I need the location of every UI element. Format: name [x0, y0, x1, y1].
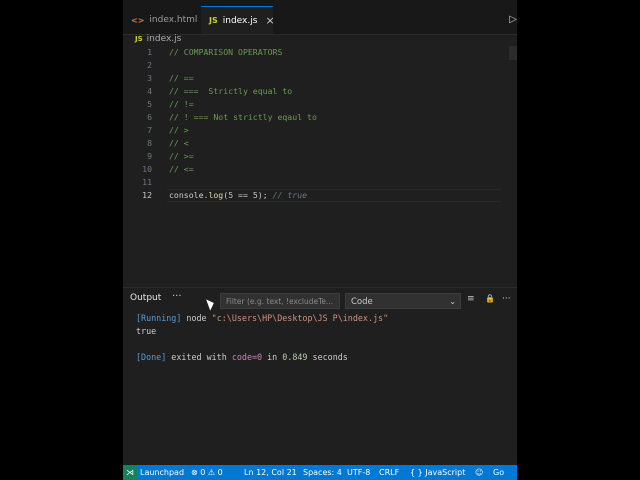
code-text: // >=: [169, 151, 194, 161]
html-file-icon: <>: [131, 15, 145, 25]
code-line-active[interactable]: 12 console.log(5 == 5); // true: [123, 189, 517, 202]
more-actions-icon[interactable]: ···: [502, 294, 511, 304]
code-line[interactable]: 7 // >: [123, 124, 517, 137]
code-text: console.log(5 == 5); // true: [169, 190, 308, 200]
language-mode[interactable]: { } JavaScript: [410, 465, 465, 480]
more-icon[interactable]: ···: [172, 291, 182, 302]
code-line[interactable]: 1 // COMPARISON OPERATORS: [123, 46, 517, 59]
line-number: 11: [142, 177, 152, 187]
code-line[interactable]: 3 // ==: [123, 72, 517, 85]
code-text: // <: [169, 138, 189, 148]
tab-output[interactable]: Output: [130, 293, 161, 303]
code-line[interactable]: 8 // <: [123, 137, 517, 150]
line-number: 3: [147, 73, 152, 83]
output-line: [Running] node "c:\Users\HP\Desktop\JS P…: [136, 313, 389, 323]
line-number: 5: [147, 99, 152, 109]
tab-label: index.js: [222, 15, 258, 26]
copilot-icon[interactable]: ☺: [475, 465, 483, 480]
line-number: 1: [147, 47, 152, 57]
problems-indicator[interactable]: ⊗ 0 ⚠ 0: [191, 465, 223, 480]
line-ending[interactable]: CRLF: [379, 465, 399, 480]
code-editor[interactable]: 1 // COMPARISON OPERATORS 2 3 // == 4 // === S…: [123, 46, 517, 286]
code-line[interactable]: 2: [123, 59, 517, 72]
code-line[interactable]: 4 // === Strictly equal to: [123, 85, 517, 98]
code-text: // COMPARISON OPERATORS: [169, 47, 283, 57]
lock-icon[interactable]: 🔒: [485, 294, 495, 303]
breadcrumb[interactable]: JS index.js: [135, 33, 181, 45]
code-text: // !=: [169, 99, 194, 109]
code-line[interactable]: 5 // !=: [123, 98, 517, 111]
tab-index-js[interactable]: JS index.js ×: [201, 6, 275, 34]
output-channel-select[interactable]: Code ⌄: [345, 293, 461, 309]
line-number: 8: [147, 138, 152, 148]
close-icon[interactable]: ×: [265, 14, 274, 27]
inline-result-hint: // true: [267, 190, 308, 200]
tab-label: index.html: [149, 15, 198, 25]
code-line[interactable]: 11: [123, 176, 517, 189]
chevron-down-icon: ⌄: [449, 297, 456, 306]
output-line: true: [136, 326, 157, 336]
tab-bar: <> index.html JS index.js × ▷: [123, 6, 517, 35]
line-number: 10: [142, 164, 152, 174]
code-line[interactable]: 10 // <=: [123, 163, 517, 176]
js-file-icon: JS: [209, 16, 218, 25]
code-text: // ! === Not strictly eqaul to: [169, 112, 317, 122]
go-live-button[interactable]: Go: [493, 465, 504, 480]
line-number: 6: [147, 112, 152, 122]
code-text: // === Strictly equal to: [169, 86, 293, 96]
vscode-window: <> index.html JS index.js × ▷ JS index.j…: [123, 0, 517, 480]
breadcrumb-file: index.js: [146, 34, 182, 44]
tab-index-html[interactable]: <> index.html: [123, 6, 199, 34]
code-line[interactable]: 6 // ! === Not strictly eqaul to: [123, 111, 517, 124]
launchpad-button[interactable]: Launchpad: [140, 465, 184, 480]
line-number: 9: [147, 151, 152, 161]
status-bar: ⋊ Launchpad ⊗ 0 ⚠ 0 Ln 12, Col 21 Spaces…: [123, 465, 517, 480]
code-line[interactable]: 9 // >=: [123, 150, 517, 163]
remote-icon[interactable]: ⋊: [123, 465, 137, 480]
panel-divider[interactable]: [123, 287, 517, 288]
encoding[interactable]: UTF-8: [347, 465, 370, 480]
output-line: [Done] exited with code=0 in 0.849 secon…: [136, 352, 348, 362]
panel-header: Output ··· Filter (e.g. text, !excludeTe…: [123, 290, 517, 312]
line-number: 2: [147, 60, 152, 70]
cursor-position[interactable]: Ln 12, Col 21: [244, 465, 297, 480]
clear-output-icon[interactable]: ≡: [467, 294, 475, 304]
run-icon[interactable]: ▷: [509, 14, 517, 25]
code-text: // <=: [169, 164, 194, 174]
line-number: 12: [142, 190, 152, 200]
output-log: [Running] node "c:\Users\HP\Desktop\JS P…: [136, 312, 388, 364]
code-text: // >: [169, 125, 189, 135]
indentation[interactable]: Spaces: 4: [303, 465, 342, 480]
code-text: // ==: [169, 73, 194, 83]
line-number: 7: [147, 125, 152, 135]
filter-input[interactable]: Filter (e.g. text, !excludeTe...: [220, 293, 340, 309]
line-number: 4: [147, 86, 152, 96]
js-file-icon: JS: [135, 35, 143, 43]
